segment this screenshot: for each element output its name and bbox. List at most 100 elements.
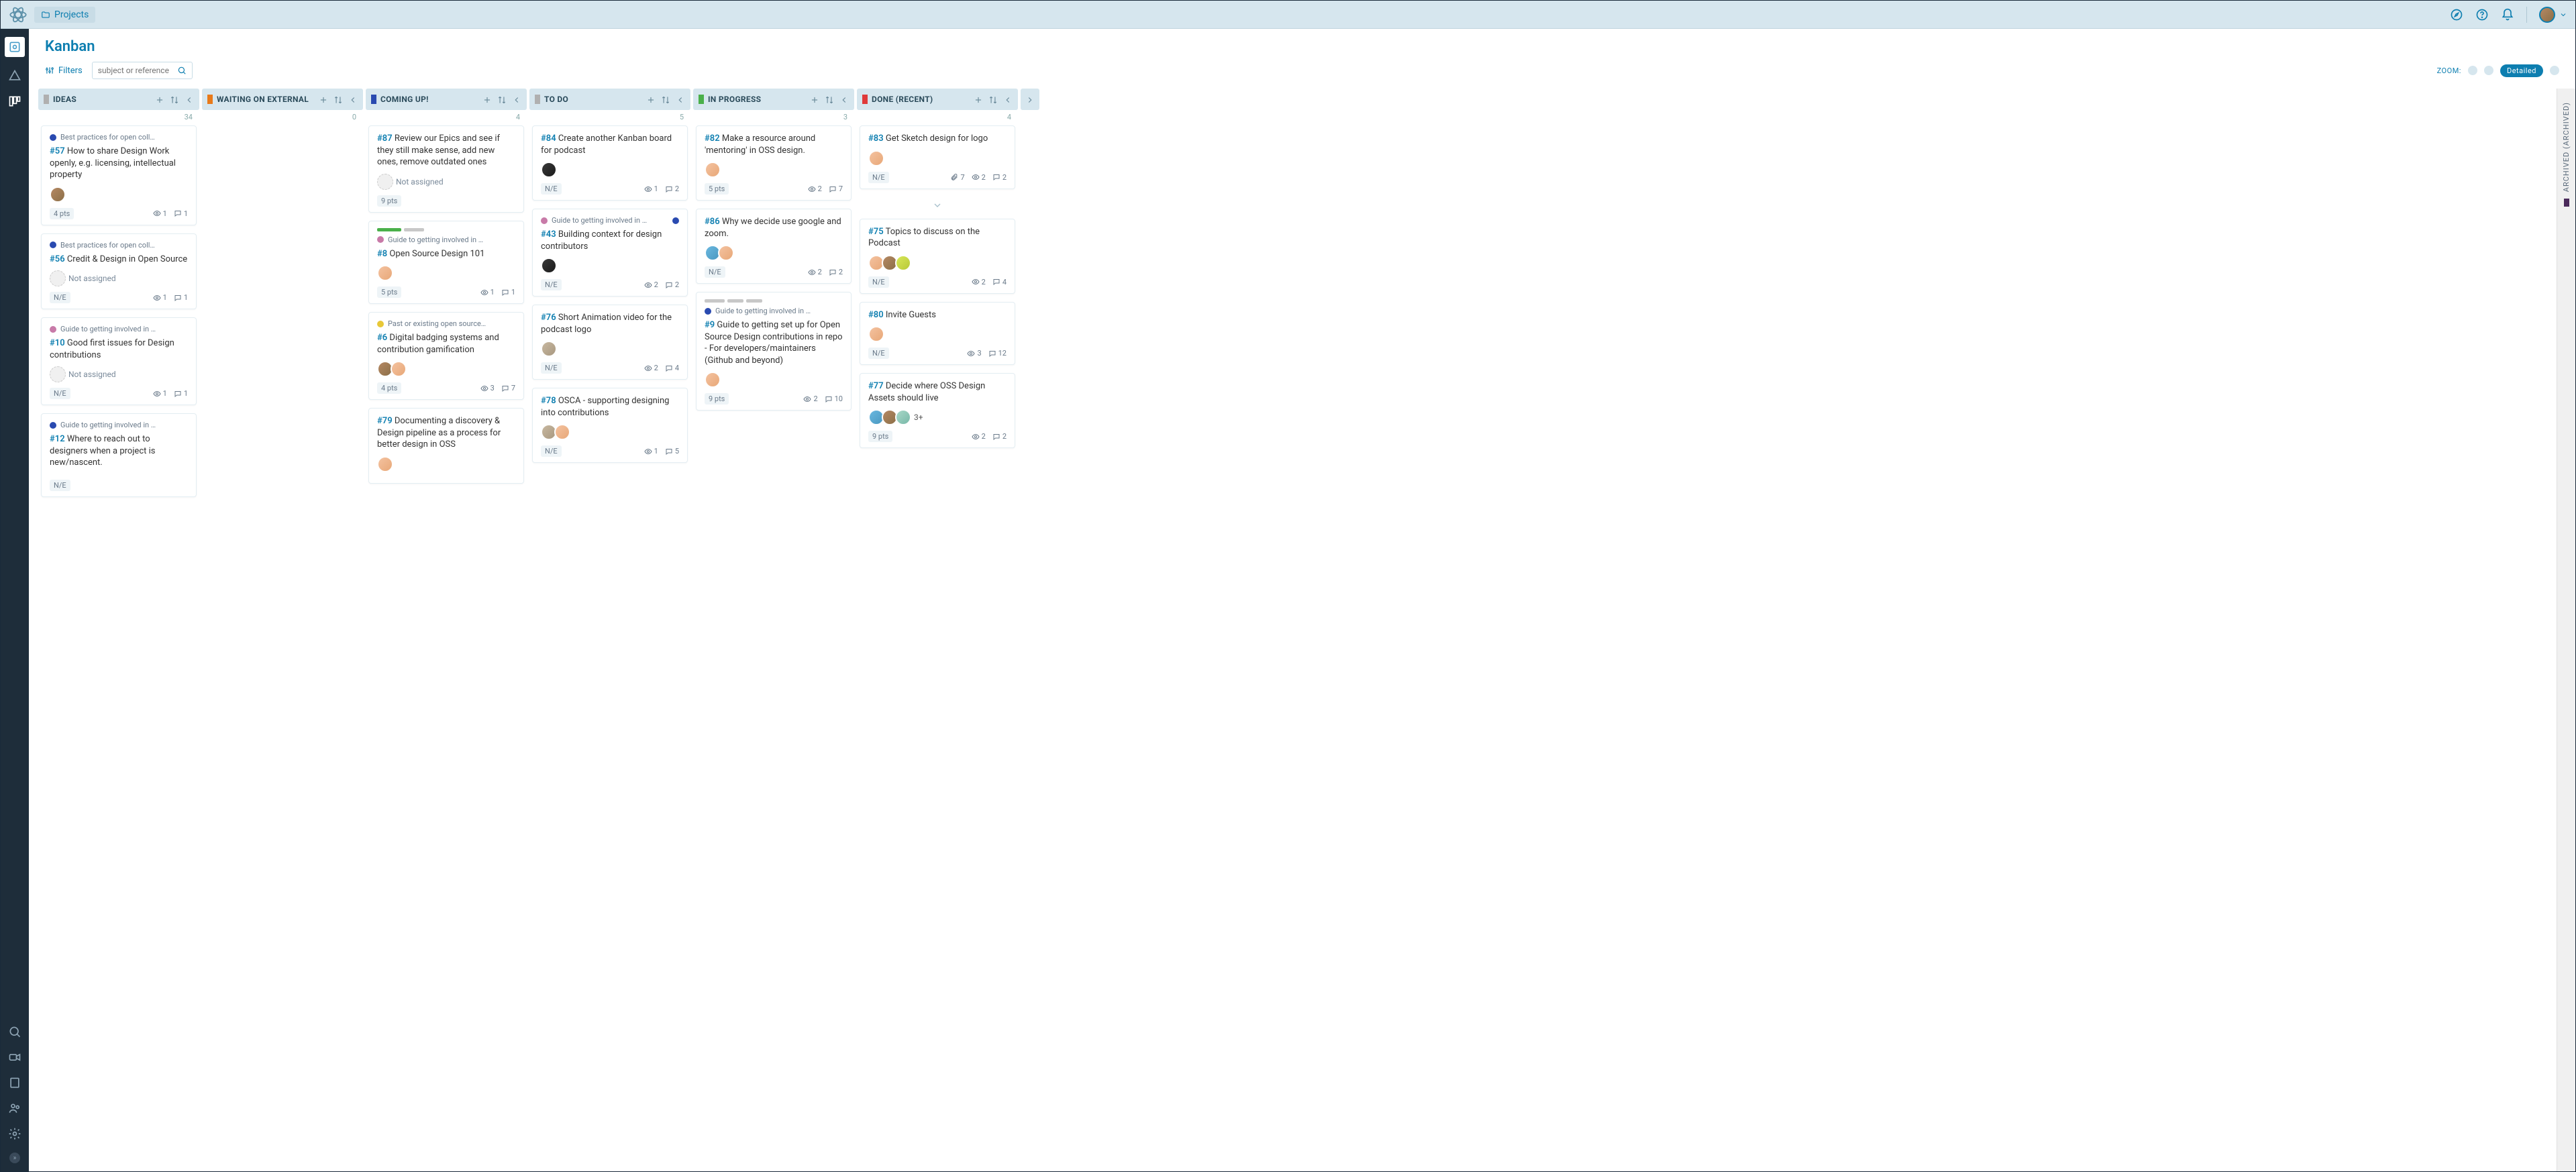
sort-column-icon[interactable] — [333, 95, 343, 104]
project-logo[interactable] — [5, 37, 25, 57]
load-more-icon[interactable] — [860, 197, 1015, 219]
kanban-card[interactable]: #79 Documenting a discovery & Design pip… — [368, 408, 524, 484]
settings-icon[interactable] — [8, 1127, 21, 1140]
zoom-compact-toggle[interactable] — [2468, 66, 2477, 75]
card-title: #75 Topics to discuss on the Podcast — [868, 226, 1007, 250]
column-header[interactable]: IN PROGRESS — [693, 89, 854, 110]
archived-panel[interactable]: ARCHIVED (ARCHIVED) — [2557, 89, 2575, 1171]
kanban-card[interactable]: #75 Topics to discuss on the PodcastN/E … — [860, 219, 1015, 294]
epics-icon[interactable] — [8, 69, 21, 83]
collapse-column-icon[interactable] — [839, 95, 849, 104]
assignee-avatar[interactable] — [868, 150, 884, 166]
kanban-card[interactable]: Best practices for open coll…#57 How to … — [41, 125, 197, 225]
assignee-avatar[interactable] — [541, 162, 557, 178]
assignee-avatar[interactable] — [868, 326, 884, 342]
sort-column-icon[interactable] — [497, 95, 507, 104]
kanban-card[interactable]: Guide to getting involved in …#10 Good f… — [41, 317, 197, 405]
card-title: #6 Digital badging systems and contribut… — [377, 332, 515, 356]
assignee-avatar[interactable] — [705, 372, 721, 388]
card-footer: N/E 1 2 — [541, 183, 679, 195]
assignee-avatar[interactable] — [541, 341, 557, 357]
kanban-card[interactable]: Best practices for open coll…#56 Credit … — [41, 233, 197, 310]
bell-icon[interactable] — [2501, 8, 2514, 21]
zoom-detailed-toggle[interactable]: Detailed — [2500, 64, 2543, 77]
kanban-card[interactable]: #82 Make a resource around 'mentoring' i… — [696, 125, 852, 201]
column-header[interactable]: IDEAS — [38, 89, 199, 110]
kanban-card[interactable]: Guide to getting involved in …#8 Open So… — [368, 221, 524, 305]
column-header[interactable]: COMING UP! — [366, 89, 527, 110]
column-body[interactable]: 3#82 Make a resource around 'mentoring' … — [692, 110, 856, 1163]
kanban-card[interactable]: #87 Review our Epics and see if they sti… — [368, 125, 524, 213]
kanban-card[interactable]: #83 Get Sketch design for logoN/E 7 2 2 — [860, 125, 1015, 189]
search-box[interactable] — [92, 62, 193, 79]
kanban-card[interactable]: #78 OSCA - supporting designing into con… — [532, 388, 688, 463]
column-body[interactable]: 5#84 Create another Kanban board for pod… — [528, 110, 692, 1163]
kanban-card[interactable]: #76 Short Animation video for the podcas… — [532, 305, 688, 380]
user-menu[interactable] — [2539, 7, 2567, 23]
compass-icon[interactable] — [2450, 8, 2463, 21]
column-body[interactable]: 4#83 Get Sketch design for logoN/E 7 2 2… — [856, 110, 1019, 1163]
video-icon[interactable] — [8, 1051, 21, 1064]
column-body[interactable]: 4#87 Review our Epics and see if they st… — [364, 110, 528, 1163]
column-header[interactable]: WAITING ON EXTERNAL — [202, 89, 363, 110]
kanban-card[interactable]: Past or existing open source…#6 Digital … — [368, 312, 524, 400]
main-content: Kanban Filters ZOOM: Detailed — [29, 29, 2575, 1171]
assignee-avatar[interactable] — [377, 456, 393, 472]
assignee-avatar[interactable] — [541, 258, 557, 274]
column-header[interactable]: DONE (RECENT) — [857, 89, 1018, 110]
kanban-card[interactable]: #86 Why we decide use google and zoom.N/… — [696, 209, 852, 284]
kanban-card[interactable]: #84 Create another Kanban board for podc… — [532, 125, 688, 201]
filters-button[interactable]: Filters — [45, 66, 83, 76]
breadcrumb-projects[interactable]: Projects — [34, 7, 95, 23]
assignee-avatar[interactable] — [377, 265, 393, 281]
collapse-column-icon[interactable] — [348, 95, 358, 104]
sidebar-expand-button[interactable]: » — [9, 1153, 20, 1163]
kanban-icon[interactable] — [8, 95, 21, 108]
kanban-card[interactable]: #77 Decide where OSS Design Assets shoul… — [860, 373, 1015, 448]
kanban-card[interactable]: Guide to getting involved in …#12 Where … — [41, 413, 197, 497]
add-card-icon[interactable] — [974, 95, 983, 104]
kanban-board[interactable]: IDEAS34Best practices for open coll…#57 … — [29, 89, 2557, 1171]
sort-column-icon[interactable] — [988, 95, 998, 104]
sort-column-icon[interactable] — [825, 95, 834, 104]
add-card-icon[interactable] — [319, 95, 328, 104]
sort-column-icon[interactable] — [661, 95, 670, 104]
collapse-column-icon[interactable] — [1003, 95, 1013, 104]
add-card-icon[interactable] — [810, 95, 819, 104]
add-card-icon[interactable] — [646, 95, 656, 104]
kanban-card[interactable]: Guide to getting involved in …#43 Buildi… — [532, 209, 688, 297]
card-avatars — [868, 326, 1007, 342]
card-ref: #57 — [50, 146, 65, 156]
search-icon[interactable] — [8, 1025, 21, 1038]
scroll-columns-right[interactable] — [1021, 89, 1039, 110]
sort-column-icon[interactable] — [170, 95, 179, 104]
card-footer: 9 pts — [377, 195, 515, 207]
collapse-column-icon[interactable] — [185, 95, 194, 104]
assignee-avatar[interactable] — [554, 424, 570, 440]
assignee-avatar[interactable] — [895, 409, 911, 425]
team-icon[interactable] — [8, 1102, 21, 1115]
assignee-avatar[interactable] — [705, 162, 721, 178]
add-card-icon[interactable] — [482, 95, 492, 104]
kanban-card[interactable]: #80 Invite GuestsN/E 3 12 — [860, 302, 1015, 366]
wiki-icon[interactable] — [8, 1076, 21, 1089]
kanban-card[interactable]: Guide to getting involved in …#9 Guide t… — [696, 292, 852, 411]
kanban-column: WAITING ON EXTERNAL0 — [201, 89, 364, 1163]
help-icon[interactable] — [2475, 8, 2489, 21]
column-body[interactable]: 0 — [201, 110, 364, 1163]
watchers-stat: 1 — [644, 447, 658, 456]
search-input[interactable] — [98, 66, 177, 75]
assignee-avatar[interactable] — [895, 255, 911, 271]
column-header[interactable]: TO DO — [529, 89, 690, 110]
collapse-column-icon[interactable] — [676, 95, 685, 104]
assignee-avatar[interactable] — [718, 245, 734, 261]
add-card-icon[interactable] — [155, 95, 164, 104]
zoom-extra-toggle[interactable] — [2550, 66, 2559, 75]
app-logo-icon[interactable] — [9, 5, 28, 24]
column-body[interactable]: 34Best practices for open coll…#57 How t… — [37, 110, 201, 1163]
comments-stat: 2 — [665, 280, 679, 289]
assignee-avatar[interactable] — [391, 361, 407, 377]
assignee-avatar[interactable] — [50, 187, 66, 203]
zoom-medium-toggle[interactable] — [2484, 66, 2493, 75]
collapse-column-icon[interactable] — [512, 95, 521, 104]
